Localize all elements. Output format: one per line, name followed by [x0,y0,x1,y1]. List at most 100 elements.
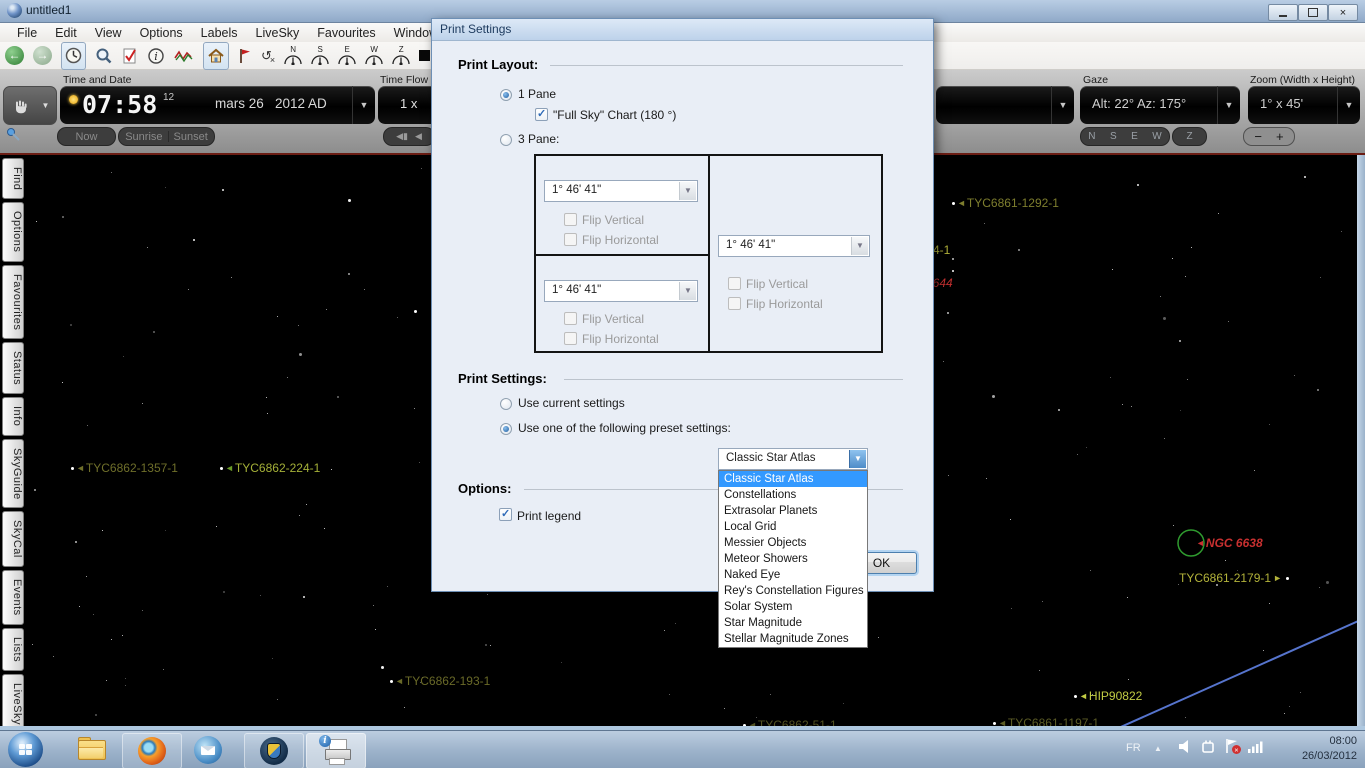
explorer-taskbar-button[interactable] [72,735,112,765]
menu-view[interactable]: View [86,26,131,40]
tab-info[interactable]: Info [2,397,24,436]
compass-west-button[interactable]: W [365,44,383,68]
fov-combo-right[interactable]: 1° 46' 41" ▼ [718,235,870,257]
tab-status[interactable]: Status [2,342,24,395]
minimize-button[interactable] [1268,4,1298,21]
zoom-out-button[interactable]: − [1254,129,1262,144]
zoom-dropdown-arrow[interactable]: ▼ [1337,86,1360,124]
time-panel-button[interactable] [61,41,86,70]
report-button[interactable] [122,44,138,68]
gaze-zenith-button[interactable]: Z [1172,127,1207,146]
time-date-box[interactable]: 07:58 12 mars 26 2012 AD ▼ [60,86,375,124]
black-square-button[interactable] [419,44,431,68]
star-label-tyc6862-224-1[interactable]: ◄TYC6862-224-1 [220,461,320,475]
graph-button[interactable] [174,44,194,68]
chevron-down-icon[interactable]: ▼ [849,450,866,468]
sunrise-label[interactable]: Sunrise [120,131,167,143]
star-label-tyc6861-1292-1[interactable]: ◄TYC6861-1292-1 [952,196,1059,210]
preset-combo[interactable]: Classic Star Atlas ▼ [718,448,868,470]
gaze-west-button[interactable]: W [1152,131,1161,142]
dialog-title-bar[interactable]: Print Settings [432,19,933,41]
menu-file[interactable]: File [8,26,46,40]
radio-use-preset[interactable] [500,423,512,435]
star-label-partial-94-1[interactable]: 4-1 [933,243,950,257]
menu-favourites[interactable]: Favourites [308,26,384,40]
gaze-north-button[interactable]: N [1088,131,1095,142]
star-label-tyc6862-1357-1[interactable]: ◄TYC6862-1357-1 [71,461,178,475]
preset-option[interactable]: Classic Star Atlas [719,471,867,487]
selection-dropdown[interactable]: ▼ [936,86,1074,124]
preset-option[interactable]: Rey's Constellation Figures [719,583,867,599]
search-button[interactable] [95,44,113,68]
preset-option[interactable]: Stellar Magnitude Zones [719,631,867,647]
flag-button[interactable] [238,44,252,68]
menu-livesky[interactable]: LiveSky [247,26,309,40]
chevron-down-icon[interactable]: ▼ [679,182,696,200]
menu-options[interactable]: Options [131,26,192,40]
preset-option[interactable]: Solar System [719,599,867,615]
tab-livesky[interactable]: LiveSky [2,674,24,730]
star-label-tyc6861-2179-1[interactable]: TYC6861-2179-1 ► [1179,571,1291,585]
preset-option[interactable]: Local Grid [719,519,867,535]
radio-3-pane[interactable] [500,134,512,146]
gaze-dropdown-arrow[interactable]: ▼ [1217,86,1240,124]
power-icon[interactable] [1201,739,1216,757]
dso-label-ngc-6638[interactable]: ◄NGC 6638 [1196,536,1263,550]
nav-back-button[interactable]: ← [5,44,24,68]
time-step-controls[interactable]: ◀▮ ◀ [383,127,435,146]
thunderbird-taskbar-button[interactable] [188,735,228,765]
star-label-tyc6862-193-1[interactable]: ◄TYC6862-193-1 [390,674,490,688]
fov-combo-top-left[interactable]: 1° 46' 41" ▼ [544,180,698,202]
checkbox-print-legend[interactable] [499,507,512,521]
info-button[interactable]: i [147,44,165,68]
gaze-box[interactable]: Alt: 22° Az: 175° ▼ [1080,86,1240,124]
preset-option[interactable]: Naked Eye [719,567,867,583]
right-scroll-strip[interactable] [1357,155,1365,730]
zoom-buttons[interactable]: − + [1243,127,1295,146]
action-center-icon[interactable]: × [1224,738,1242,758]
chevron-down-icon[interactable]: ▼ [851,237,868,255]
security-app-taskbar-button[interactable] [244,733,304,768]
sunrise-sunset-button[interactable]: Sunrise Sunset [118,127,215,146]
compass-east-button[interactable]: E [338,44,356,68]
gaze-direction-buttons[interactable]: N S E W [1080,127,1170,146]
preset-option[interactable]: Extrasolar Planets [719,503,867,519]
preset-option[interactable]: Constellations [719,487,867,503]
cursor-tool-button[interactable] [3,86,36,125]
compass-south-button[interactable]: S [311,44,329,68]
gaze-east-button[interactable]: E [1131,131,1138,142]
preset-option[interactable]: Meteor Showers [719,551,867,567]
volume-icon[interactable] [1178,739,1193,757]
tab-skycal[interactable]: SkyCal [2,511,24,568]
zoom-in-button[interactable]: + [1276,129,1284,144]
tab-find[interactable]: Find [2,158,24,200]
reset-selection-button[interactable]: ↺ × [261,44,275,68]
compass-zenith-button[interactable]: Z [392,44,410,68]
nav-forward-button[interactable]: → [33,44,52,68]
preset-option[interactable]: Messier Objects [719,535,867,551]
selection-dropdown-arrow[interactable]: ▼ [1051,86,1074,124]
print-app-taskbar-button[interactable]: i [306,733,366,768]
close-button[interactable]: × [1328,4,1358,21]
gaze-south-button[interactable]: S [1110,131,1117,142]
radio-1-pane[interactable] [500,89,512,101]
cursor-tool-dropdown[interactable]: ▼ [35,86,57,125]
language-indicator[interactable]: FR [1126,742,1141,754]
pushpin-icon[interactable] [6,127,22,143]
zoom-box[interactable]: 1° x 45' ▼ [1248,86,1360,124]
menu-labels[interactable]: Labels [192,26,247,40]
tab-options[interactable]: Options [2,202,24,262]
firefox-taskbar-button[interactable] [122,733,182,768]
chevron-down-icon[interactable]: ▼ [679,282,696,300]
step-back-icon[interactable]: ◀▮ [396,131,408,142]
sunset-label[interactable]: Sunset [169,131,213,143]
tab-events[interactable]: Events [2,570,24,625]
tab-lists[interactable]: Lists [2,627,24,672]
star-label-hip90822[interactable]: ◄HIP90822 [1074,689,1142,703]
start-button[interactable] [8,732,43,767]
now-button[interactable]: Now [57,127,116,146]
clock-tray[interactable]: 08:00 26/03/2012 [1302,734,1357,764]
play-reverse-icon[interactable]: ◀ [415,131,422,142]
preset-option[interactable]: Star Magnitude [719,615,867,631]
maximize-button[interactable] [1298,4,1328,21]
